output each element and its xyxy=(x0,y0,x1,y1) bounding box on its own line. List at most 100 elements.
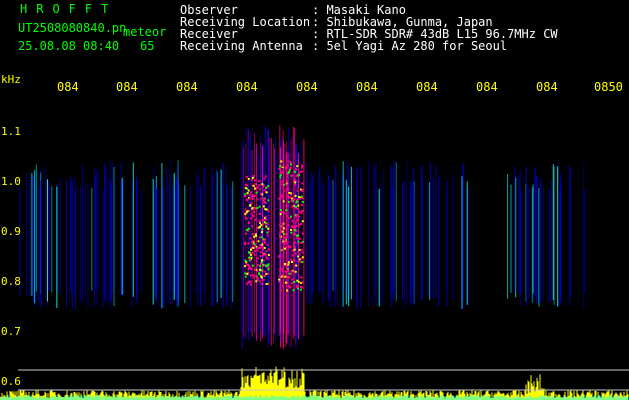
echo-core-cell xyxy=(297,174,300,177)
echo-core-cell xyxy=(246,210,249,213)
echo-core-cell xyxy=(248,256,251,259)
echo-core-cell xyxy=(244,213,247,216)
echo-core-cell xyxy=(253,235,256,238)
echo-core-cell xyxy=(262,279,265,281)
freq-tick: 0.7 xyxy=(1,325,21,338)
echo-core-cell xyxy=(244,183,247,186)
echo-core-cell xyxy=(281,285,284,288)
echo-core-cell xyxy=(297,180,300,183)
echo-core-cell xyxy=(301,251,304,254)
antenna-label: Receiving Antenna xyxy=(180,39,303,53)
echo-core-cell xyxy=(259,244,262,247)
echo-core-cell xyxy=(297,260,300,262)
echo-core-cell xyxy=(247,189,250,192)
echo-core-cell xyxy=(279,233,281,236)
echo-core-cell xyxy=(257,240,260,243)
echo-core-cell xyxy=(246,192,249,195)
echo-core-cell xyxy=(296,286,299,288)
echo-core-cell xyxy=(253,276,255,279)
echo-core-cell xyxy=(291,260,293,263)
echo-core-cell xyxy=(282,200,285,203)
echo-core-cell xyxy=(280,275,283,278)
echo-core-cell xyxy=(261,261,263,263)
echo-core-cell xyxy=(301,261,304,264)
echo-core-cell xyxy=(299,260,302,263)
echo-core-cell xyxy=(256,278,259,281)
echo-core-cell xyxy=(281,222,284,225)
echo-core-cell xyxy=(267,283,270,286)
echo-core-cell xyxy=(294,252,297,255)
app-name: HROFFT xyxy=(20,2,118,16)
echo-core-cell xyxy=(284,281,287,284)
echo-core-cell xyxy=(249,274,252,277)
echo-core-cell xyxy=(291,219,294,222)
echo-core-cell xyxy=(266,234,269,237)
echo-core-cell xyxy=(250,248,252,251)
echo-core-cell xyxy=(297,234,300,237)
echo-core-cell xyxy=(301,209,304,212)
echo-core-cell xyxy=(289,168,291,171)
echo-core-cell xyxy=(285,167,288,170)
echo-core-cell xyxy=(283,247,286,250)
echo-core-cell xyxy=(294,170,297,173)
echo-core-cell xyxy=(296,237,299,240)
echo-core-cell xyxy=(253,211,256,213)
echo-core-cell xyxy=(301,201,304,203)
echo-core-cell xyxy=(286,175,289,178)
echo-core-cell xyxy=(266,264,269,267)
echo-core-cell xyxy=(287,276,290,279)
count-value: 65 xyxy=(140,39,155,53)
echo-core-cell xyxy=(267,268,270,271)
echo-core-cell xyxy=(279,213,282,216)
echo-core-cell xyxy=(262,259,265,262)
echo-core-cell xyxy=(288,217,291,220)
echo-core-cell xyxy=(286,232,289,235)
spectrogram-plot xyxy=(0,125,629,400)
echo-core-cell xyxy=(294,226,297,229)
echo-core-cell xyxy=(258,205,261,208)
echo-core-cell xyxy=(247,227,250,230)
echo-core-cell xyxy=(258,236,261,239)
echo-core-cell xyxy=(261,245,264,248)
echo-core-cell xyxy=(296,218,299,221)
echo-core-cell xyxy=(296,165,299,168)
echo-core-cell xyxy=(279,176,282,179)
echo-core-cell xyxy=(292,289,295,292)
echo-core-cell xyxy=(244,187,247,190)
echo-core-cell xyxy=(285,180,288,182)
amplitude-trace xyxy=(0,366,629,400)
echo-core-cell xyxy=(285,241,288,244)
echo-core-cell xyxy=(287,201,290,203)
echo-core-cell xyxy=(256,207,259,209)
echo-core-cell xyxy=(289,258,292,261)
echo-core-cell xyxy=(255,247,258,250)
echo-core-cell xyxy=(245,229,248,232)
echo-core-cell xyxy=(249,193,252,196)
echo-core-cell xyxy=(259,265,262,268)
echo-core-cell xyxy=(257,263,260,266)
echo-core-cell xyxy=(244,195,247,198)
echo-core-cell xyxy=(259,251,262,254)
echo-core-cell xyxy=(267,272,270,275)
freq-unit-label: kHz xyxy=(1,73,21,86)
echo-core-cell xyxy=(285,204,288,207)
echo-core-cell xyxy=(297,204,300,207)
echo-core-cell xyxy=(278,280,281,283)
echo-core-cell xyxy=(261,243,264,246)
echo-core-cell xyxy=(260,236,263,239)
echo-core-cell xyxy=(284,270,287,273)
echo-core-cell xyxy=(267,248,270,251)
echo-core-cell xyxy=(260,269,263,272)
echo-core-cell xyxy=(282,233,285,235)
echo-core-cell xyxy=(265,218,268,221)
echo-core-cell xyxy=(244,208,247,211)
echo-core-cell xyxy=(295,168,298,171)
echo-core-cell xyxy=(286,289,289,292)
echo-core-cell xyxy=(258,273,261,276)
echo-core-cell xyxy=(278,275,281,278)
file-name: UT2508080840.pn xyxy=(18,21,127,35)
echo-core-cell xyxy=(253,207,256,209)
freq-tick: 0.6 xyxy=(1,375,21,388)
echo-core-cell xyxy=(251,252,254,254)
echo-core-cell xyxy=(301,164,304,167)
